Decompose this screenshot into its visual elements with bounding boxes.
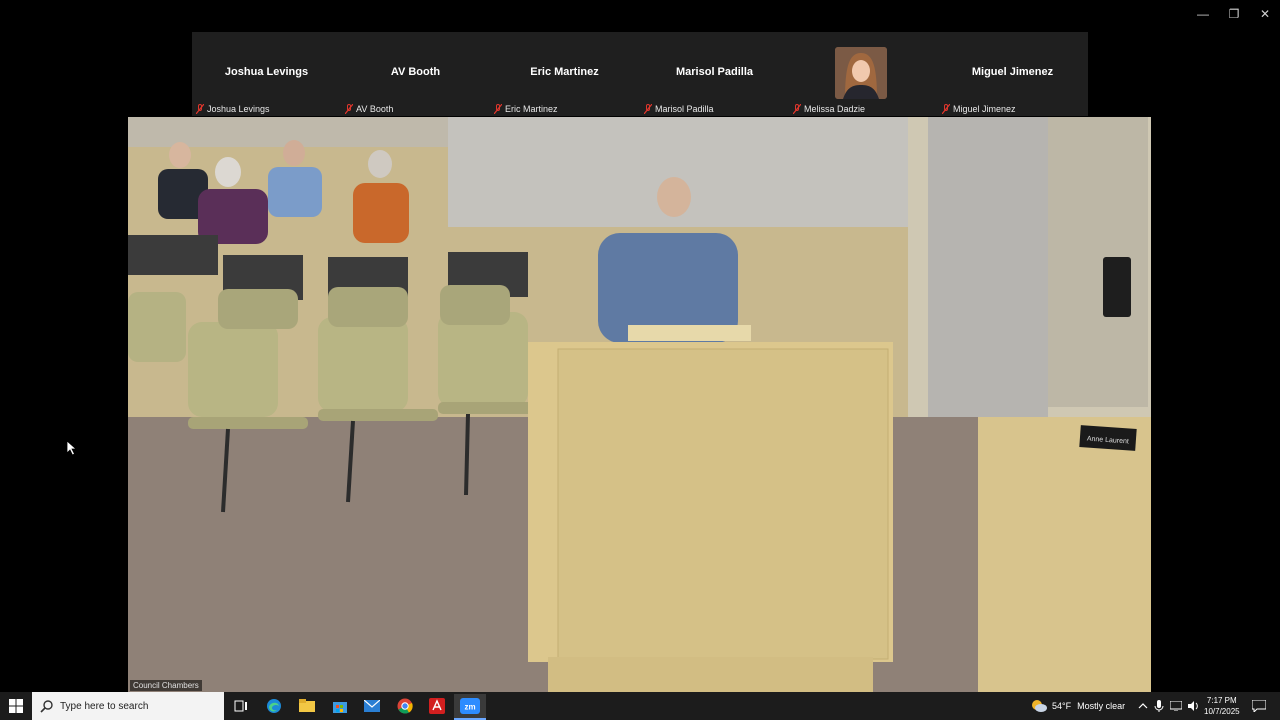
search-placeholder: Type here to search xyxy=(60,700,149,712)
restore-button[interactable]: ❐ xyxy=(1225,6,1243,22)
clock[interactable]: 7:17 PM 10/7/2025 xyxy=(1204,692,1240,720)
participant-name: Marisol Padilla xyxy=(675,66,754,78)
participant-label: Miguel Jimenez xyxy=(942,104,1016,114)
minimize-button[interactable]: — xyxy=(1194,6,1212,22)
zoom-button[interactable]: zm xyxy=(454,694,486,720)
clock-time: 7:17 PM xyxy=(1206,696,1237,705)
participant-name: AV Booth xyxy=(390,66,441,78)
clock-date: 10/7/2025 xyxy=(1204,707,1240,716)
start-button[interactable] xyxy=(0,694,32,718)
svg-text:zm: zm xyxy=(464,703,475,712)
participant-label: Melissa Dadzie xyxy=(793,104,865,114)
mail-icon xyxy=(364,700,380,712)
weather-desc: Mostly clear xyxy=(1077,701,1126,711)
muted-mic-icon xyxy=(345,104,353,114)
muted-mic-icon xyxy=(942,104,950,114)
acrobat-icon xyxy=(429,698,445,714)
notification-icon xyxy=(1252,700,1266,712)
search-icon xyxy=(40,700,53,713)
participant-tile-av-booth[interactable]: AV Booth AV Booth xyxy=(341,32,490,116)
participant-name: Eric Martinez xyxy=(530,66,599,78)
weather-widget[interactable]: 54°F Mostly clear xyxy=(1030,692,1125,720)
participant-tile-eric-martinez[interactable]: Eric Martinez Eric Martinez xyxy=(490,32,639,116)
system-tray xyxy=(1138,692,1200,720)
participant-tile-melissa-dadzie[interactable]: Melissa Dadzie xyxy=(789,32,938,116)
muted-mic-icon xyxy=(644,104,652,114)
store-button[interactable] xyxy=(325,694,355,718)
participant-tile-joshua-levings[interactable]: Joshua Levings Joshua Levings xyxy=(192,32,341,116)
edge-button[interactable] xyxy=(259,694,289,718)
task-view-button[interactable] xyxy=(226,694,256,718)
participant-label: AV Booth xyxy=(345,104,393,114)
store-icon xyxy=(333,702,347,713)
participant-avatar xyxy=(835,47,887,99)
edge-icon xyxy=(267,699,281,713)
notifications-button[interactable] xyxy=(1246,694,1272,718)
participant-tile-miguel-jimenez[interactable]: Miguel Jimenez Miguel Jimenez xyxy=(938,32,1087,116)
participant-name: Miguel Jimenez xyxy=(971,66,1054,78)
weather-icon xyxy=(1032,700,1047,712)
participant-label: Joshua Levings xyxy=(196,104,270,114)
participant-tile-marisol-padilla[interactable]: Marisol Padilla Marisol Padilla xyxy=(640,32,789,116)
task-view-icon xyxy=(234,700,247,712)
volume-icon[interactable] xyxy=(1188,701,1200,711)
participant-strip: Joshua Levings Joshua Levings AV Booth A… xyxy=(192,32,1088,116)
muted-mic-icon xyxy=(793,104,801,114)
video-room-label: Council Chambers xyxy=(130,680,202,691)
windows-icon xyxy=(9,699,23,713)
folder-icon xyxy=(299,699,315,712)
acrobat-button[interactable] xyxy=(422,694,452,718)
network-icon[interactable] xyxy=(1170,701,1182,711)
muted-mic-icon xyxy=(494,104,502,114)
chevron-up-icon[interactable] xyxy=(1138,701,1148,711)
taskbar: Type here to search zm 54°F Mostly clear… xyxy=(0,692,1280,720)
participant-label: Marisol Padilla xyxy=(644,104,714,114)
mail-button[interactable] xyxy=(357,694,387,718)
muted-mic-icon xyxy=(196,104,204,114)
main-video-feed[interactable]: Anne Laurent xyxy=(128,117,1151,692)
chrome-icon xyxy=(397,698,413,714)
taskbar-search[interactable]: Type here to search xyxy=(32,692,224,720)
zoom-icon: zm xyxy=(460,698,480,714)
microphone-icon[interactable] xyxy=(1154,700,1164,712)
file-explorer-button[interactable] xyxy=(292,694,322,718)
chrome-button[interactable] xyxy=(390,694,420,718)
participant-label: Eric Martinez xyxy=(494,104,558,114)
mouse-cursor-icon xyxy=(66,440,78,456)
participant-name: Joshua Levings xyxy=(224,66,309,78)
weather-temp: 54°F xyxy=(1052,701,1072,711)
close-button[interactable]: ✕ xyxy=(1256,6,1274,22)
council-chamber-scene: Anne Laurent xyxy=(128,117,1151,692)
